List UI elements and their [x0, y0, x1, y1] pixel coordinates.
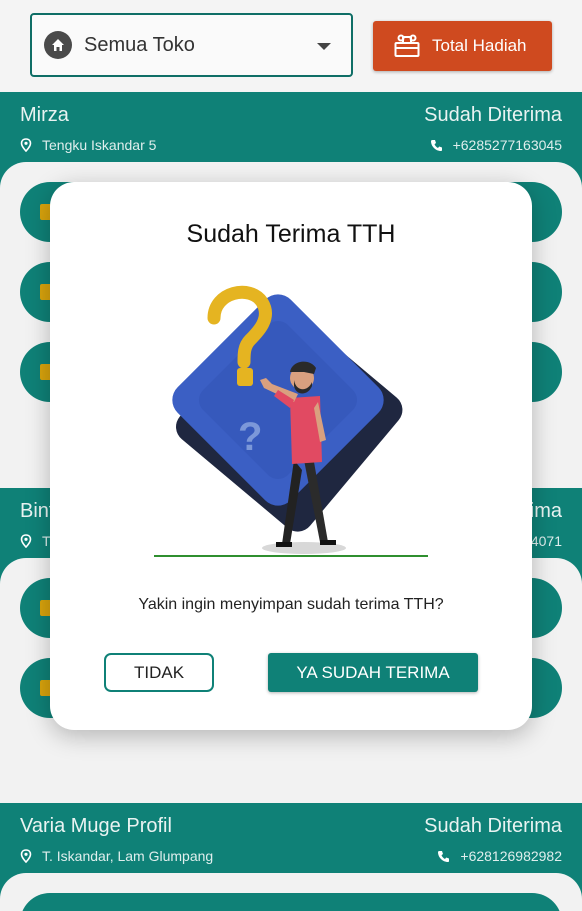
confirm-dialog: Sudah Terima TTH ? Yakin ingin menyimpan… — [50, 182, 532, 730]
dialog-title: Sudah Terima TTH — [186, 220, 396, 248]
dialog-message: Yakin ingin menyimpan sudah terima TTH? — [138, 596, 444, 613]
question-person-illustration: ? — [154, 285, 428, 557]
cancel-button[interactable]: TIDAK — [104, 653, 214, 692]
modal-overlay: Sudah Terima TTH ? Yakin ingin menyimpan… — [0, 0, 582, 911]
confirm-button[interactable]: YA SUDAH TERIMA — [268, 653, 478, 692]
svg-text:?: ? — [238, 415, 262, 459]
